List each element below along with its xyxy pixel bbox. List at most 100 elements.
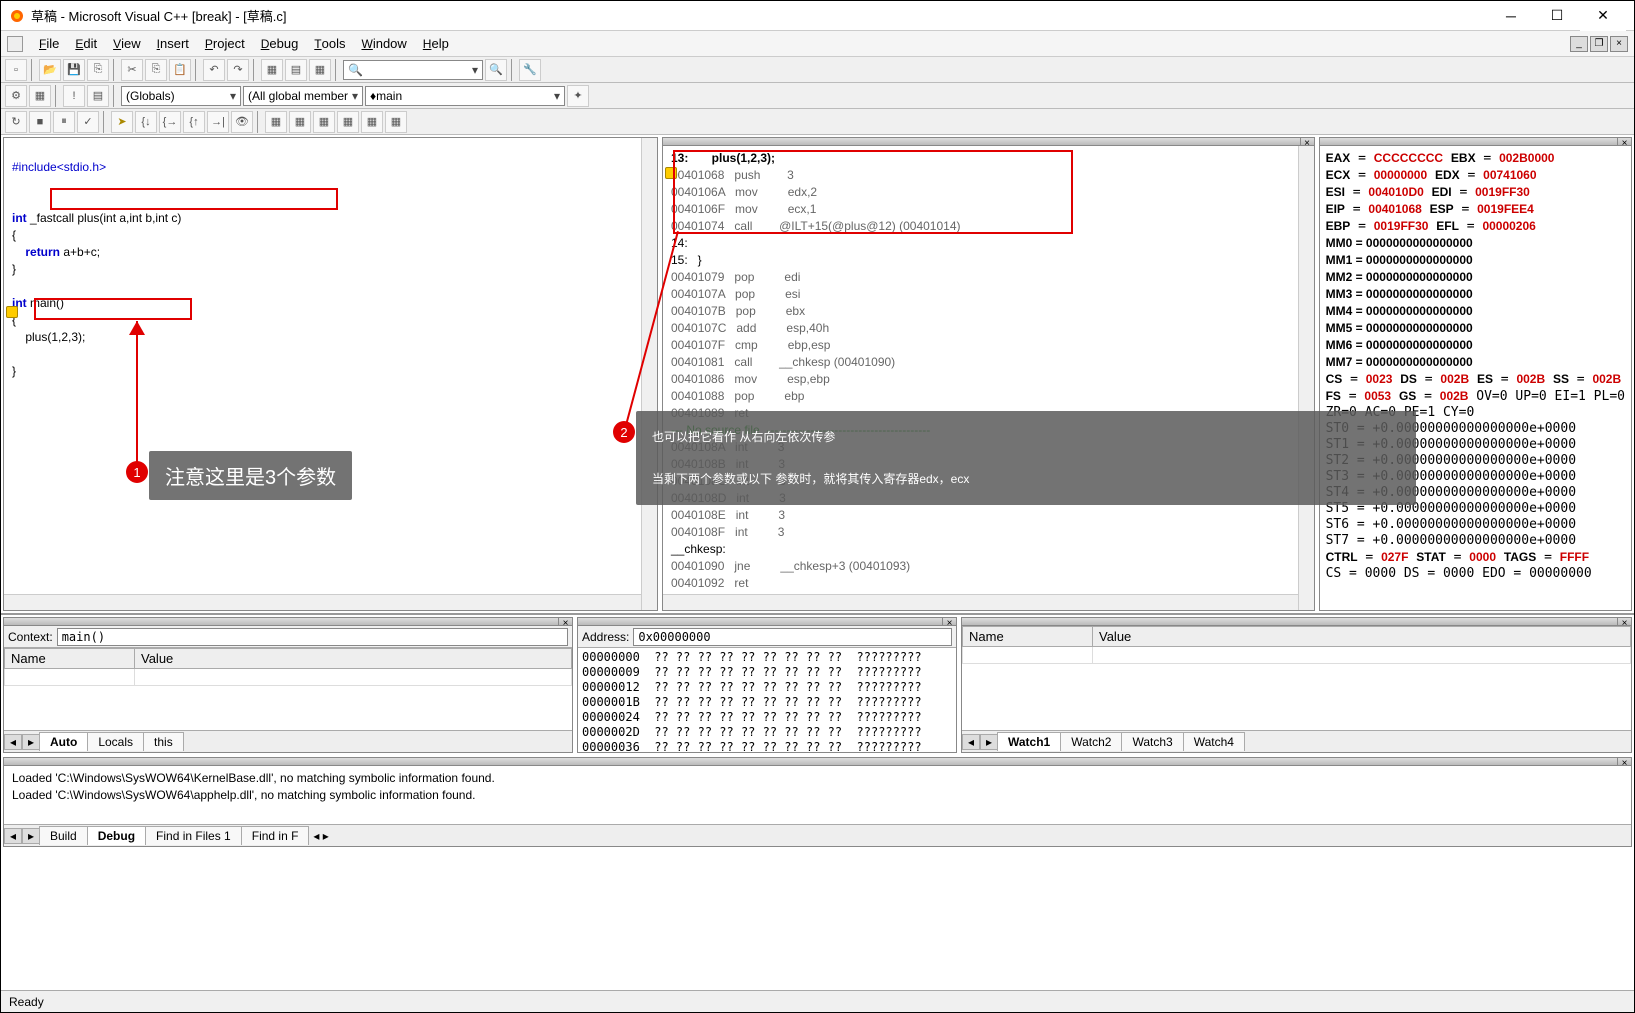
workspace-icon[interactable]: ▦ xyxy=(261,59,283,81)
tab-watch1[interactable]: Watch1 xyxy=(997,732,1061,751)
stop-debug-icon[interactable]: ■ xyxy=(29,111,51,133)
tab-nav-right-icon[interactable]: ▸ xyxy=(980,734,998,750)
watch-icon[interactable]: ▦ xyxy=(265,111,287,133)
tab-watch4[interactable]: Watch4 xyxy=(1183,732,1245,751)
menu-debug[interactable]: Debug xyxy=(253,34,307,53)
tool-icon[interactable]: 🔧 xyxy=(519,59,541,81)
paste-icon[interactable]: 📋 xyxy=(169,59,191,81)
statusbar: Ready xyxy=(1,990,1634,1012)
toolbar-debug: ↻ ■ ⏸ ✓ ➤ {↓ {→ {↑ →| 👁 ▦ ▦ ▦ ▦ ▦ ▦ xyxy=(1,109,1634,135)
tab-watch2[interactable]: Watch2 xyxy=(1060,732,1122,751)
pane-close-icon[interactable]: × xyxy=(1617,138,1631,145)
compile-icon[interactable]: ⚙ xyxy=(5,85,27,107)
pane-close-icon[interactable]: × xyxy=(1300,138,1314,145)
tab-auto[interactable]: Auto xyxy=(39,732,88,751)
tab-nav-left-icon[interactable]: ◂ xyxy=(4,734,22,750)
source-code[interactable]: #include<stdio.h> int _fastcall plus(int… xyxy=(4,138,657,401)
tab-nav-left-icon[interactable]: ◂ xyxy=(4,828,22,844)
cut-icon[interactable]: ✂ xyxy=(121,59,143,81)
memory-icon[interactable]: ▦ xyxy=(337,111,359,133)
disasm-icon[interactable]: ▦ xyxy=(385,111,407,133)
variables-grid[interactable]: NameValue xyxy=(4,648,572,730)
variables-icon[interactable]: ▦ xyxy=(289,111,311,133)
arrow-1 xyxy=(136,321,138,464)
menu-project[interactable]: Project xyxy=(197,34,253,53)
pane-close-icon[interactable]: × xyxy=(1617,758,1631,765)
tab-nav-right-icon[interactable]: ▸ xyxy=(22,734,40,750)
new-icon[interactable]: ▫ xyxy=(5,59,27,81)
find-icon[interactable]: 🔍 xyxy=(485,59,507,81)
pane-close-icon[interactable]: × xyxy=(1617,618,1631,625)
asm-vscroll[interactable] xyxy=(1298,146,1314,610)
find-combo[interactable]: 🔍 xyxy=(343,60,483,80)
tab-findfiles2[interactable]: Find in F xyxy=(241,826,310,845)
watch-pane: × NameValue ◂▸ Watch1 Watch2 Watch3 Watc… xyxy=(961,617,1632,753)
app-icon xyxy=(9,8,25,24)
mdi-close-button[interactable]: × xyxy=(1610,36,1628,52)
apply-icon[interactable]: ✓ xyxy=(77,111,99,133)
execute-icon[interactable]: ▤ xyxy=(87,85,109,107)
minimize-button[interactable]: ─ xyxy=(1488,1,1534,31)
step-into-icon[interactable]: {↓ xyxy=(135,111,157,133)
restart-icon[interactable]: ↻ xyxy=(5,111,27,133)
mdi-doc-icon xyxy=(7,36,23,52)
redo-icon[interactable]: ↷ xyxy=(227,59,249,81)
context-input[interactable] xyxy=(57,628,568,646)
output-tabs: ◂▸ Build Debug Find in Files 1 Find in F… xyxy=(4,824,1631,846)
mdi-restore-button[interactable]: ❐ xyxy=(1590,36,1608,52)
output-icon[interactable]: ▤ xyxy=(285,59,307,81)
maximize-button[interactable]: ☐ xyxy=(1534,1,1580,31)
callstack-icon[interactable]: ▦ xyxy=(361,111,383,133)
run-to-cursor-icon[interactable]: →| xyxy=(207,111,229,133)
source-vscroll[interactable] xyxy=(641,138,657,610)
tab-locals[interactable]: Locals xyxy=(87,732,144,751)
quickwatch-icon[interactable]: 👁 xyxy=(231,111,253,133)
stop-build-icon[interactable]: ! xyxy=(63,85,85,107)
pane-close-icon[interactable]: × xyxy=(942,618,956,625)
output-text[interactable]: Loaded 'C:\Windows\SysWOW64\KernelBase.d… xyxy=(4,766,1631,824)
registers-content[interactable]: EAX = CCCCCCCC EBX = 002B0000 ECX = 0000… xyxy=(1320,146,1631,586)
tab-findfiles1[interactable]: Find in Files 1 xyxy=(145,826,242,845)
menu-help[interactable]: Help xyxy=(415,34,457,53)
menu-window[interactable]: Window xyxy=(354,34,415,53)
address-input[interactable] xyxy=(633,628,952,646)
tab-watch3[interactable]: Watch3 xyxy=(1121,732,1183,751)
tab-build[interactable]: Build xyxy=(39,826,88,845)
step-over-icon[interactable]: {→ xyxy=(159,111,181,133)
step-out-icon[interactable]: {↑ xyxy=(183,111,205,133)
pane-close-icon[interactable]: × xyxy=(558,618,572,625)
registers-icon[interactable]: ▦ xyxy=(313,111,335,133)
build-icon[interactable]: ▦ xyxy=(29,85,51,107)
asm-hscroll[interactable] xyxy=(663,594,1298,610)
show-next-icon[interactable]: ➤ xyxy=(111,111,133,133)
open-icon[interactable]: 📂 xyxy=(39,59,61,81)
tab-nav-left-icon[interactable]: ◂ xyxy=(962,734,980,750)
break-icon[interactable]: ⏸ xyxy=(53,111,75,133)
menu-edit[interactable]: Edit xyxy=(67,34,105,53)
tab-debug[interactable]: Debug xyxy=(87,826,146,845)
execution-pointer-icon xyxy=(6,306,18,318)
undo-icon[interactable]: ↶ xyxy=(203,59,225,81)
tab-nav-right-icon[interactable]: ▸ xyxy=(22,828,40,844)
source-hscroll[interactable] xyxy=(4,594,641,610)
function-combo[interactable]: ♦ main xyxy=(365,86,565,106)
wand-icon[interactable]: ✦ xyxy=(567,85,589,107)
window-list-icon[interactable]: ▦ xyxy=(309,59,331,81)
tab-this[interactable]: this xyxy=(143,732,184,751)
watch-grid[interactable]: NameValue xyxy=(962,626,1631,730)
toolbar-wizard: ⚙ ▦ ! ▤ (Globals) (All global member ♦ m… xyxy=(1,83,1634,109)
context-label: Context: xyxy=(8,630,53,644)
save-icon[interactable]: 💾 xyxy=(63,59,85,81)
menu-view[interactable]: View xyxy=(105,34,149,53)
menu-insert[interactable]: Insert xyxy=(149,34,197,53)
members-combo[interactable]: (All global member xyxy=(243,86,363,106)
copy-icon[interactable]: ⎘ xyxy=(145,59,167,81)
memory-dump[interactable]: 00000000 ?? ?? ?? ?? ?? ?? ?? ?? ?? ????… xyxy=(578,648,956,752)
scope-combo[interactable]: (Globals) xyxy=(121,86,241,106)
close-button[interactable]: ✕ xyxy=(1580,1,1626,31)
menu-file[interactable]: FFileile xyxy=(31,34,67,53)
menu-tools[interactable]: Tools xyxy=(306,34,353,53)
saveall-icon[interactable]: ⎘ xyxy=(87,59,109,81)
mdi-minimize-button[interactable]: _ xyxy=(1570,36,1588,52)
titlebar: 草稿 - Microsoft Visual C++ [break] - [草稿.… xyxy=(1,1,1634,31)
